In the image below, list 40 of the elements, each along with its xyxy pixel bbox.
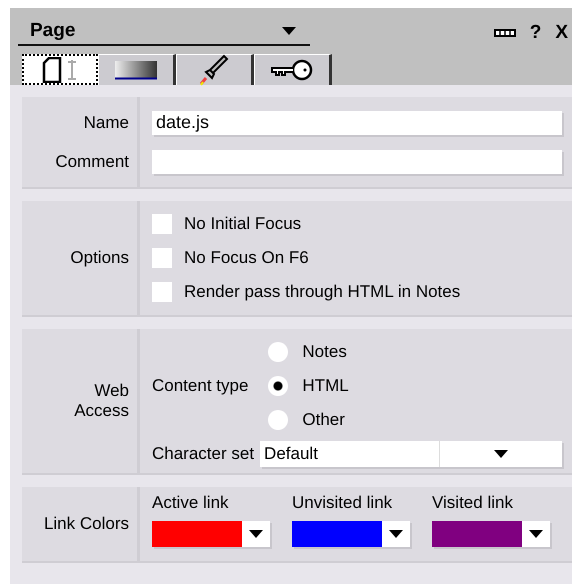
color-picker[interactable]: [292, 521, 410, 547]
section-label: Link Colors: [44, 514, 129, 534]
dropdown-arrow-icon: [249, 530, 263, 538]
dropdown-arrow-icon: [389, 530, 403, 538]
radio-label: Other: [302, 410, 345, 430]
field-label: Comment: [55, 152, 129, 172]
checkbox-label: No Initial Focus: [184, 214, 302, 234]
checkbox[interactable]: [152, 282, 172, 302]
radio-label: Notes: [302, 342, 347, 362]
checkbox-label: Render pass through HTML in Notes: [184, 282, 460, 302]
color-picker[interactable]: [432, 521, 550, 547]
color-picker[interactable]: [152, 521, 270, 547]
checkbox[interactable]: [152, 214, 172, 234]
dropdown-arrow-icon: [494, 450, 508, 458]
radio-button[interactable]: [268, 376, 288, 396]
radio-label: HTML: [302, 376, 349, 396]
text-field[interactable]: date.js: [152, 110, 562, 134]
tab[interactable]: [22, 54, 98, 85]
character-set-label: Character set: [152, 444, 254, 464]
character-set-dropdown[interactable]: Default: [260, 441, 562, 467]
section-label: Web Access: [73, 381, 129, 421]
content-type-label: Content type: [152, 376, 248, 396]
help-button[interactable]: ?: [530, 22, 542, 44]
dock-icon[interactable]: [494, 29, 516, 37]
checkbox[interactable]: [152, 248, 172, 268]
color-label: Visited link: [432, 493, 514, 513]
radio-button[interactable]: [268, 342, 288, 362]
radio-button[interactable]: [268, 410, 288, 430]
panel-title[interactable]: Page: [30, 20, 76, 42]
key-icon: [270, 58, 314, 82]
color-label: Unvisited link: [292, 493, 394, 513]
dropdown-arrow-icon: [529, 530, 543, 538]
color-label: Active link: [152, 493, 230, 513]
section-label: Options: [70, 248, 129, 268]
close-button[interactable]: X: [555, 22, 568, 44]
field-label: Name: [84, 112, 129, 132]
gradient-icon: [114, 60, 158, 80]
checkbox-label: No Focus On F6: [184, 248, 309, 268]
text-field[interactable]: [152, 150, 562, 174]
dropdown-arrow-icon: [282, 27, 296, 35]
